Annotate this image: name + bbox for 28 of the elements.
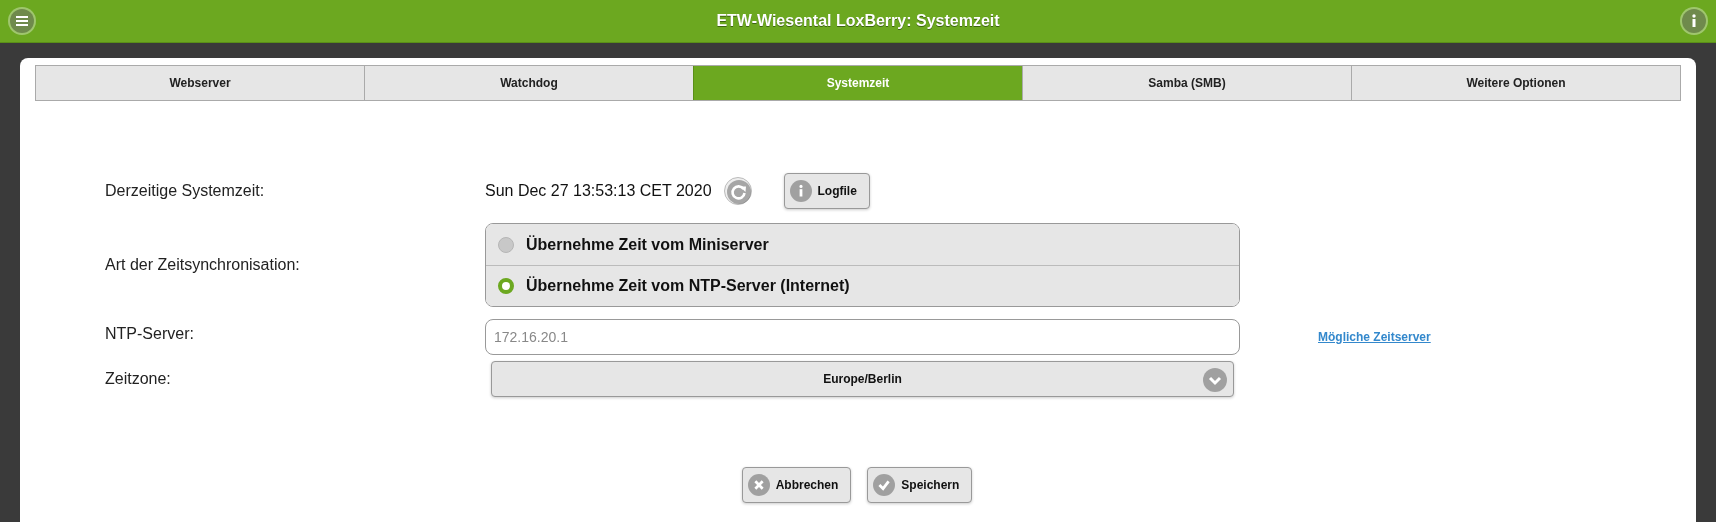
logfile-button[interactable]: Logfile: [783, 173, 870, 209]
menu-button[interactable]: [8, 7, 36, 35]
info-button[interactable]: [1680, 7, 1708, 35]
close-icon: [747, 474, 770, 496]
page-title: ETW-Wiesental LoxBerry: Systemzeit: [716, 12, 1000, 30]
info-icon: [1682, 9, 1706, 33]
info-icon: [789, 180, 812, 202]
field-label: Derzeitige Systemzeit:: [105, 182, 266, 200]
radio-option[interactable]: Übernehme Zeit vom Miniserver: [486, 224, 1239, 265]
tab[interactable]: Weitere Optionen: [1351, 66, 1680, 100]
time-servers-link[interactable]: Mögliche Zeitserver: [1318, 330, 1681, 344]
cancel-button[interactable]: Abbrechen: [741, 467, 852, 503]
tab[interactable]: Watchdog: [364, 66, 693, 100]
field-label: NTP-Server:: [105, 324, 195, 343]
field-label: Zeitzone:: [105, 370, 172, 388]
refresh-icon: [726, 180, 751, 204]
checkmark-icon: [873, 474, 896, 496]
tab[interactable]: Samba (SMB): [1022, 66, 1351, 100]
ntp-server-field[interactable]: 172.16.20.1: [485, 319, 1240, 355]
radio-option[interactable]: Übernehme Zeit vom NTP-Server (Internet): [486, 265, 1239, 306]
field-label: Art der Zeitsynchronisation:: [105, 256, 301, 274]
menu-icon: [10, 9, 34, 33]
refresh-button[interactable]: [723, 177, 752, 205]
tab[interactable]: Webserver: [36, 66, 364, 100]
timezone-select[interactable]: Europe/Berlin: [491, 361, 1234, 397]
save-button[interactable]: Speichern: [867, 467, 973, 503]
system-time-value: Sun Dec 27 13:53:13 CET 2020: [485, 182, 712, 200]
chevron-down-icon: [1203, 368, 1227, 392]
